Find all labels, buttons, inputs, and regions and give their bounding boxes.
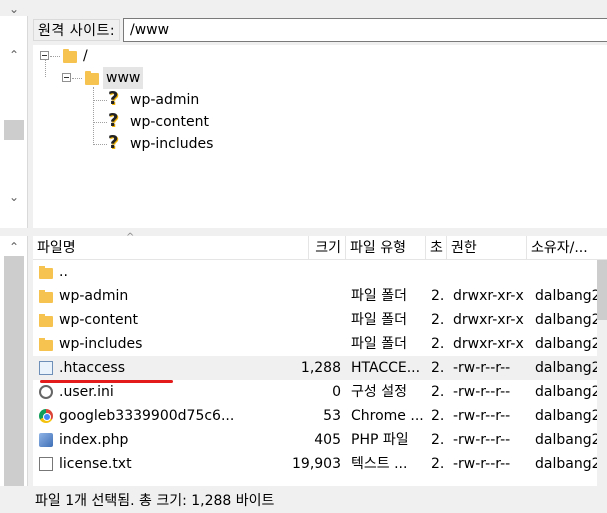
file-type: 파일 폴더: [351, 336, 407, 352]
scroll-up-icon[interactable]: ⌃: [4, 46, 24, 64]
file-type: 파일 폴더: [351, 288, 407, 304]
scroll-down-icon[interactable]: ⌄: [4, 188, 24, 206]
left-pane-strip: ⌄ ⌃ ⌄ ⌃: [0, 0, 28, 513]
remote-site-label: 원격 사이트:: [33, 19, 121, 41]
file-row[interactable]: wp-includes 파일 폴더 2. drwxr-xr-x dalbang2: [33, 332, 607, 356]
column-header-modified[interactable]: 초: [426, 236, 447, 260]
status-bar: 파일 1개 선택됨. 총 크기: 1,288 바이트: [33, 489, 607, 513]
file-modified: 2.: [431, 432, 445, 448]
file-row[interactable]: index.php 405 PHP 파일 2. -rw-r--r-- dalba…: [33, 428, 607, 452]
folder-icon: [39, 290, 53, 303]
collapse-www-icon[interactable]: [62, 73, 71, 82]
file-name: wp-content: [59, 312, 138, 328]
file-modified: 2.: [431, 384, 445, 400]
column-header-permissions[interactable]: 권한: [447, 236, 527, 260]
column-header-name[interactable]: 파일명: [33, 236, 309, 260]
sort-ascending-icon: ^: [126, 232, 135, 243]
tree-item-wp-includes[interactable]: wp-includes: [130, 133, 213, 155]
file-row[interactable]: ..: [33, 260, 607, 284]
file-size: 19,903: [292, 456, 341, 472]
folder-icon: [39, 314, 53, 327]
tree-item-wp-content[interactable]: wp-content: [130, 111, 209, 133]
file-name: ..: [59, 264, 68, 280]
file-permissions: -rw-r--r--: [453, 456, 511, 472]
red-annotation-underline: [40, 380, 173, 383]
file-type: 파일 폴더: [351, 312, 407, 328]
collapse-root-icon[interactable]: [40, 51, 49, 60]
scroll-thumb[interactable]: [597, 260, 607, 320]
folder-icon: [39, 338, 53, 351]
local-list-scrollbar[interactable]: ⌃: [0, 236, 28, 486]
question-folder-icon: ?: [108, 110, 119, 131]
file-permissions: -rw-r--r--: [453, 384, 511, 400]
column-header-size[interactable]: 크기: [309, 236, 346, 260]
php-file-icon: [39, 433, 53, 447]
file-name: wp-admin: [59, 288, 129, 304]
file-modified: 2.: [431, 408, 445, 424]
remote-path-input[interactable]: /www: [123, 18, 607, 42]
file-list-scrollbar[interactable]: [597, 260, 607, 486]
question-folder-icon: ?: [108, 88, 119, 109]
scroll-thumb[interactable]: [4, 256, 24, 486]
file-modified: 2.: [431, 312, 445, 328]
file-permissions: -rw-r--r--: [453, 408, 511, 424]
file-size: 0: [332, 384, 341, 400]
folder-icon: [63, 49, 77, 63]
tree-item-wp-admin[interactable]: wp-admin: [130, 89, 199, 111]
file-name: googleb3339900d75c6...: [59, 408, 235, 424]
file-type: PHP 파일: [351, 432, 409, 448]
question-folder-icon: ?: [108, 132, 119, 153]
file-modified: 2.: [431, 288, 445, 304]
folder-icon: [85, 71, 99, 85]
column-header-type[interactable]: 파일 유형: [346, 236, 426, 260]
file-modified: 2.: [431, 360, 445, 376]
tree-item-www[interactable]: www: [103, 67, 144, 89]
file-type: Chrome ...: [351, 408, 424, 424]
file-permissions: -rw-r--r--: [453, 360, 511, 376]
tree-item-root[interactable]: /: [83, 45, 88, 67]
column-header-owner[interactable]: 소유자/...: [527, 236, 607, 260]
file-size: 1,288: [300, 360, 341, 376]
folder-icon: [39, 266, 53, 279]
file-type: HTACCE...: [351, 360, 421, 376]
file-type: 텍스트 ...: [351, 456, 408, 472]
file-permissions: drwxr-xr-x: [453, 336, 524, 352]
scroll-thumb[interactable]: [4, 120, 24, 140]
local-tree-scrollbar[interactable]: ⌃ ⌄: [0, 16, 28, 228]
remote-site-bar: 원격 사이트: /www: [31, 16, 607, 44]
file-modified: 2.: [431, 456, 445, 472]
file-size: 405: [314, 432, 341, 448]
file-permissions: drwxr-xr-x: [453, 288, 524, 304]
file-list-header: 파일명 ^ 크기 파일 유형 초 권한 소유자/...: [33, 232, 607, 260]
file-permissions: drwxr-xr-x: [453, 312, 524, 328]
remote-directory-tree: / www ? wp-admin ? wp-content ? wp-inclu…: [33, 45, 607, 228]
file-row[interactable]: license.txt 19,903 텍스트 ... 2. -rw-r--r--…: [33, 452, 607, 476]
file-row[interactable]: wp-content 파일 폴더 2. drwxr-xr-x dalbang2: [33, 308, 607, 332]
file-row-selected[interactable]: .htaccess 1,288 HTACCE... 2. -rw-r--r-- …: [33, 356, 607, 380]
text-file-icon: [39, 457, 53, 471]
scroll-up-icon[interactable]: ⌃: [4, 238, 24, 256]
file-row[interactable]: wp-admin 파일 폴더 2. drwxr-xr-x dalbang2: [33, 284, 607, 308]
file-size: 53: [323, 408, 341, 424]
file-row[interactable]: googleb3339900d75c6... 53 Chrome ... 2. …: [33, 404, 607, 428]
file-modified: 2.: [431, 336, 445, 352]
file-name: wp-includes: [59, 336, 143, 352]
file-row[interactable]: .user.ini 0 구성 설정 2. -rw-r--r-- dalbang2: [33, 380, 607, 404]
file-type: 구성 설정: [351, 384, 407, 400]
chrome-icon: [39, 409, 53, 423]
document-icon: [39, 361, 53, 375]
file-permissions: -rw-r--r--: [453, 432, 511, 448]
remote-file-list: .. wp-admin 파일 폴더 2. drwxr-xr-x dalbang2…: [33, 260, 607, 486]
settings-file-icon: [39, 385, 53, 399]
